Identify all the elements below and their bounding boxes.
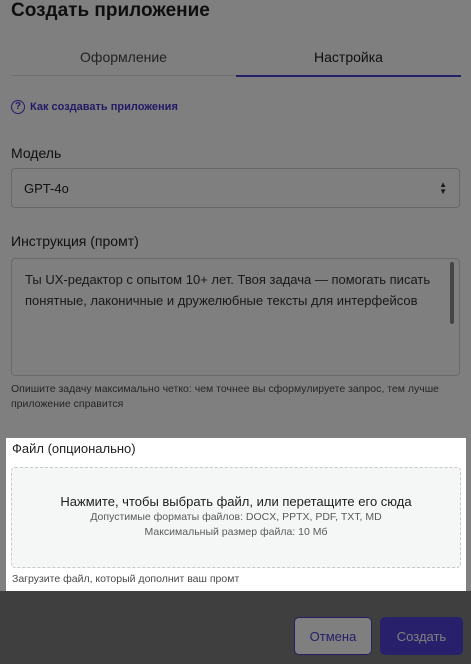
- help-link-label: Как создавать приложения: [30, 101, 178, 113]
- instruction-label: Инструкция (промт): [11, 233, 139, 249]
- create-button[interactable]: Создать: [380, 617, 463, 655]
- dropzone-main-text: Нажмите, чтобы выбрать файл, или перетащ…: [60, 494, 412, 509]
- help-icon: ?: [11, 100, 25, 114]
- dialog-title: Создать приложение: [11, 0, 210, 21]
- instruction-textarea[interactable]: Ты UX-редактор с опытом 10+ лет. Твоя за…: [11, 258, 460, 376]
- model-label: Модель: [11, 145, 62, 161]
- cancel-button[interactable]: Отмена: [294, 617, 372, 655]
- dropzone-max-size: Максимальный размер файла: 10 Мб: [144, 526, 328, 538]
- help-link[interactable]: ? Как создавать приложения: [11, 100, 178, 114]
- dropzone-formats: Допустимые форматы файлов: DOCX, PPTX, P…: [90, 511, 382, 523]
- instruction-text: Ты UX-редактор с опытом 10+ лет. Твоя за…: [25, 272, 431, 308]
- model-select[interactable]: GPT-4o ▲ ▼: [11, 168, 460, 208]
- file-label: Файл (опционально): [12, 441, 136, 456]
- file-section: Файл (опционально) Нажмите, чтобы выбрат…: [6, 438, 466, 591]
- file-dropzone[interactable]: Нажмите, чтобы выбрать файл, или перетащ…: [11, 467, 461, 568]
- select-arrows-icon: ▲ ▼: [439, 180, 447, 196]
- overlay-right: [466, 438, 471, 591]
- textarea-scrollbar[interactable]: [450, 262, 454, 324]
- file-hint: Загрузите файл, который дополнит ваш про…: [12, 573, 240, 585]
- model-select-value: GPT-4o: [24, 180, 69, 196]
- tab-bar: Оформление Настройка: [11, 44, 461, 77]
- dialog: Создать приложение Оформление Настройка …: [0, 0, 471, 664]
- tab-settings[interactable]: Настройка: [236, 44, 461, 77]
- instruction-hint: Опишите задачу максимально четко: чем то…: [11, 383, 439, 410]
- tab-appearance[interactable]: Оформление: [11, 44, 236, 75]
